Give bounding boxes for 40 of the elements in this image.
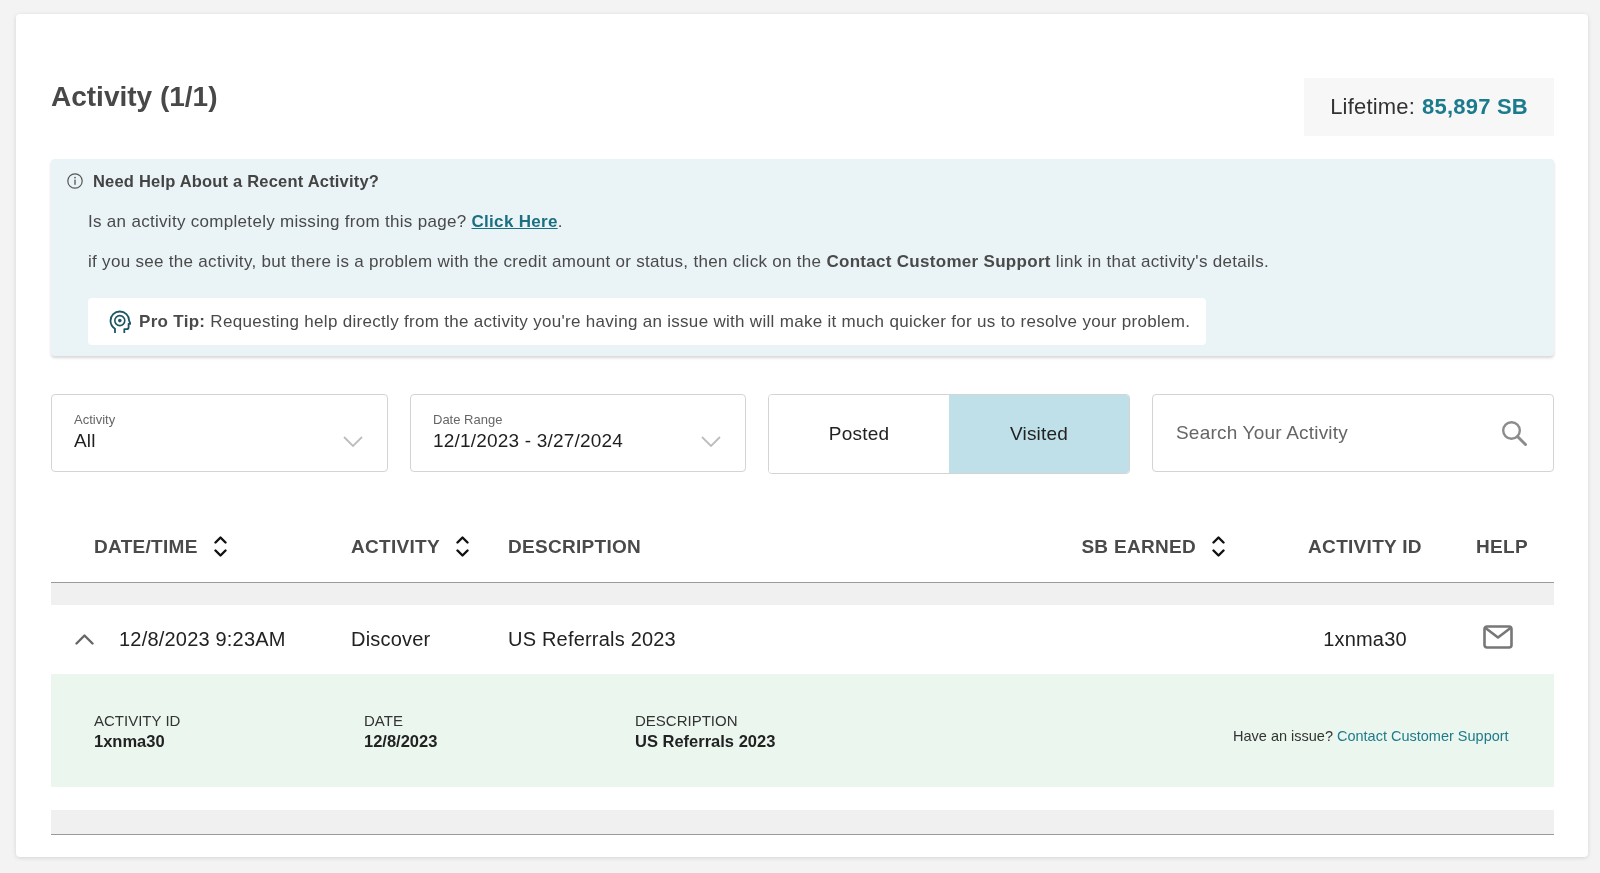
select-field[interactable]: Activity All [51,394,388,472]
support-link[interactable]: Contact Customer Support [1337,728,1509,744]
detail-label: DATE [364,712,403,730]
select-field[interactable]: Date Range 12/1/2023 - 3/27/2024 [410,394,746,472]
detail-value: 12/8/2023 [364,731,438,752]
tip-text: Pro Tip: Requesting help directly from the activity you're having an issue with will make it much quicker for us to resolve your problem. [139,311,1191,332]
detail-value: US Referrals 2023 [635,731,776,752]
help-text: if you see the activity, but there is a problem with the credit amount or status, then click on the Contact Customer Support link in that activity's details. [88,251,1269,273]
info-icon [67,173,83,189]
page-title: Activity (1/1) [51,80,218,114]
lifetime-label: Lifetime: [1330,94,1416,120]
sort-icon [213,535,227,558]
column-header[interactable]: ACTIVITY [351,535,469,558]
table-cell: 1xnma30 [1323,628,1407,651]
issue-text: Have an issue? Contact Customer Support [1233,727,1509,746]
table-cell: US Referrals 2023 [508,628,676,651]
detail-value: 1xnma30 [94,731,165,752]
sort-icon [1212,535,1225,558]
toggle-button[interactable]: Visited [949,395,1129,473]
column-header[interactable]: DATE/TIME [94,535,227,558]
lifetime-value: 85,897 SB [1422,94,1528,120]
sort-icon [455,535,469,558]
mail-icon[interactable] [1483,624,1513,649]
column-header: DESCRIPTION [508,535,642,558]
column-header: HELP [1476,535,1528,558]
help-link[interactable]: Click Here [471,212,558,231]
help-text: Is an activity completely missing from this page? Click Here. [88,211,563,233]
chevron-down-icon [343,436,363,447]
column-header[interactable]: SB EARNED [1081,535,1225,558]
help-title: Need Help About a Recent Activity? [93,171,380,191]
table-cell: Discover [351,628,431,651]
detail-label: ACTIVITY ID [94,712,181,730]
search-field[interactable]: Search Your Activity [1152,394,1554,472]
chevron-down-icon [701,436,721,447]
head-icon [109,309,131,334]
column-header: ACTIVITY ID [1308,535,1422,558]
detail-label: DESCRIPTION [635,712,738,730]
search-icon[interactable] [1501,420,1527,446]
table-cell: 12/8/2023 9:23AM [119,628,286,651]
chevron-up-icon [74,634,94,645]
